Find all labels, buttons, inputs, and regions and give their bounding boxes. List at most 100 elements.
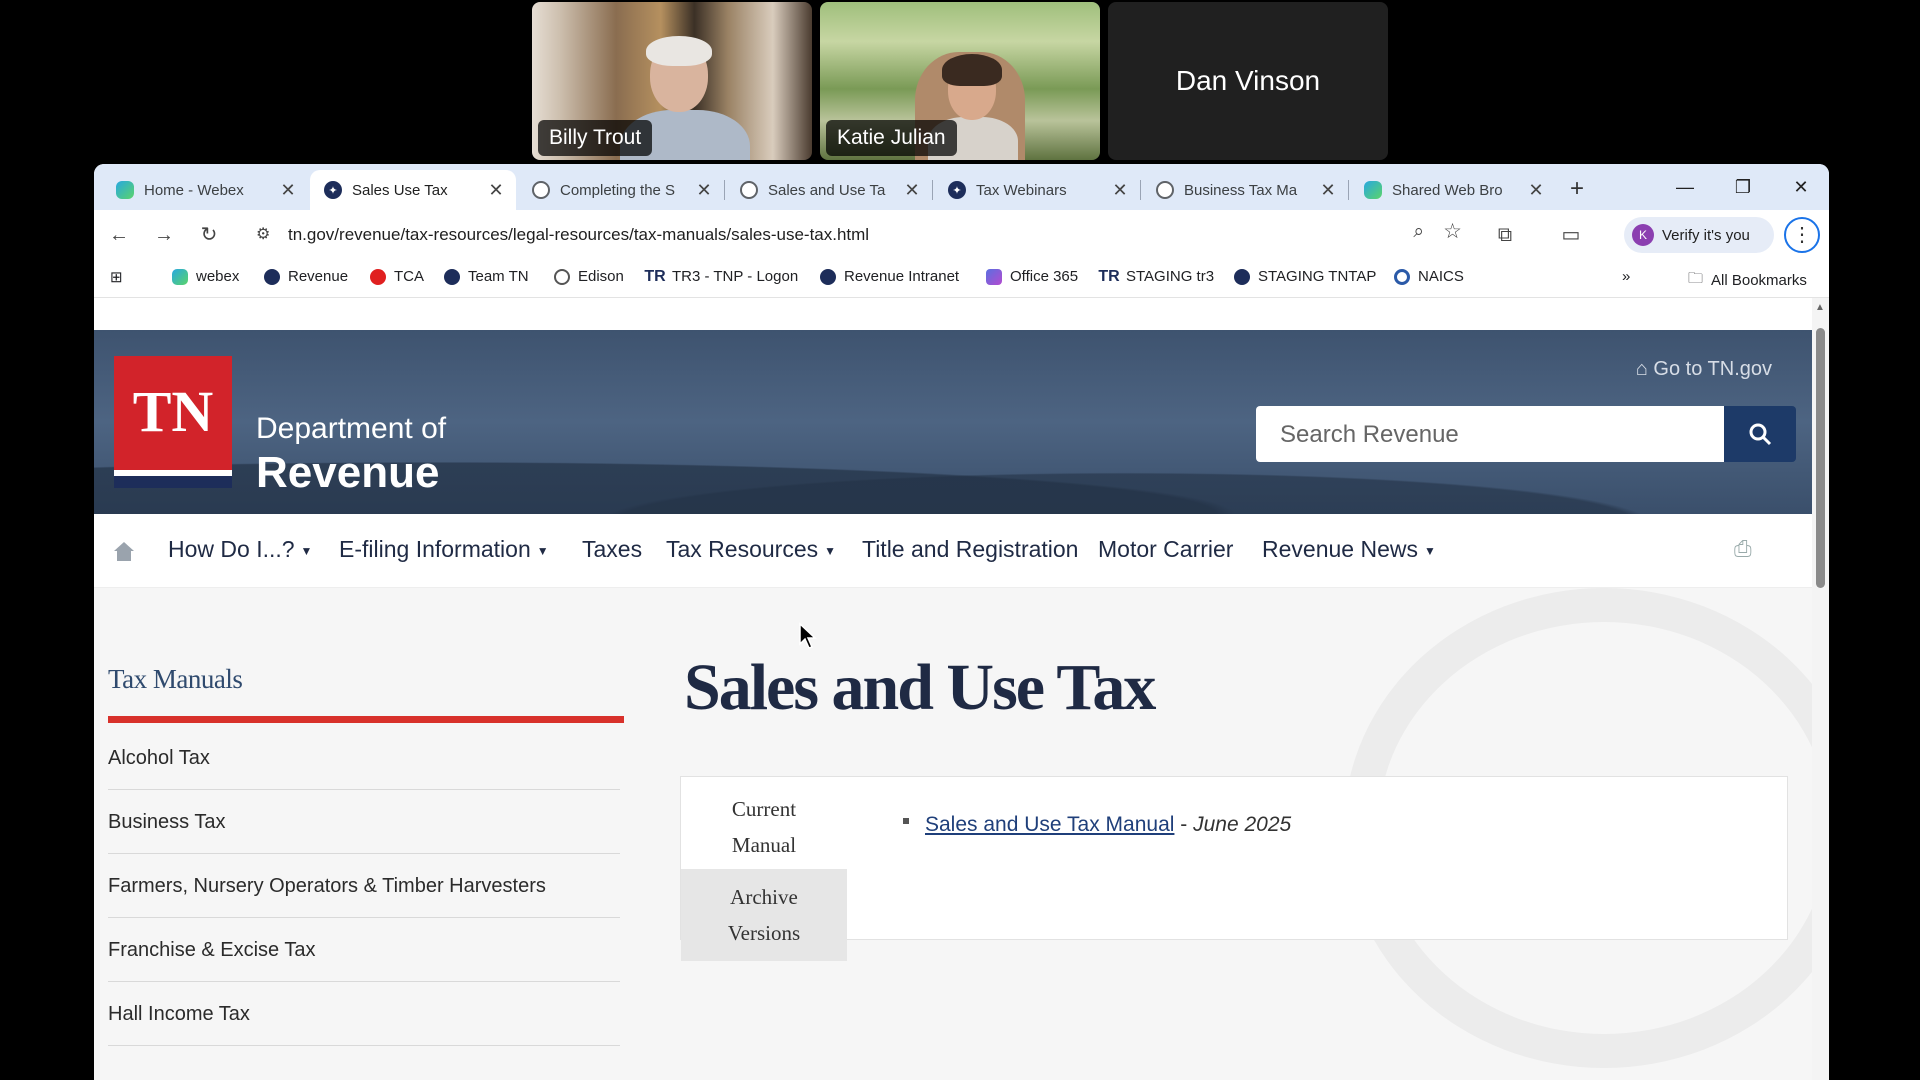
close-icon[interactable]: ✕	[486, 180, 506, 201]
zoom-icon[interactable]: ⌕	[1413, 221, 1424, 243]
page-content: Tax Manuals Alcohol Tax Business Tax Far…	[94, 588, 1812, 1080]
close-icon[interactable]: ✕	[902, 180, 922, 201]
tn-icon	[264, 268, 280, 285]
browser-tab[interactable]: Business Tax Ma ✕	[1142, 170, 1348, 210]
tab-archive-versions[interactable]: Archive Versions	[681, 869, 847, 961]
bookmark-label: TR3 - TNP - Logon	[672, 268, 799, 285]
site-info-icon[interactable]: ⚙	[256, 224, 270, 244]
browser-tab[interactable]: Shared Web Bro ✕	[1350, 170, 1556, 210]
reload-button[interactable]: ↻	[194, 220, 224, 250]
nav-title-registration[interactable]: Title and Registration	[862, 536, 1078, 563]
nav-e-filing[interactable]: E-filing Information ▼	[339, 536, 549, 563]
tr-icon: TR	[644, 267, 666, 285]
bookmark-item[interactable]: TR STAGING tr3	[1098, 268, 1214, 286]
bookmark-label: NAICS	[1418, 268, 1464, 285]
home-icon: ⌂	[1635, 358, 1648, 380]
bookmark-item[interactable]: TR TR3 - TNP - Logon	[644, 267, 799, 286]
scroll-up-icon[interactable]: ▲	[1815, 302, 1825, 313]
bookmark-item[interactable]: Team TN	[444, 268, 529, 285]
globe-icon	[532, 181, 550, 199]
caret-down-icon: ▼	[536, 543, 549, 558]
bookmark-item[interactable]: Edison	[554, 268, 624, 285]
department-label: Department of	[256, 412, 447, 445]
nav-label: Taxes	[582, 536, 643, 562]
close-icon[interactable]: ✕	[694, 180, 714, 201]
sidebar-item[interactable]: Franchise & Excise Tax	[108, 918, 620, 982]
nav-label: How Do I...?	[168, 536, 295, 562]
go-to-tn-link[interactable]: ⌂ Go to TN.gov	[1636, 358, 1772, 381]
search-input[interactable]: Search Revenue	[1256, 406, 1724, 462]
search-icon	[1749, 423, 1772, 446]
participant-name: Billy Trout	[538, 120, 653, 156]
browser-tab[interactable]: Home - Webex ✕	[102, 170, 308, 210]
bookmark-item[interactable]: Revenue Intranet	[820, 268, 959, 285]
bookmark-label: Revenue	[288, 268, 349, 285]
web-page: TN Department of Revenue ⌂ Go to TN.gov …	[94, 298, 1812, 1080]
bookmark-item[interactable]: Revenue	[264, 268, 348, 285]
bookmark-label: Edison	[578, 268, 624, 285]
bookmark-label: webex	[196, 268, 240, 285]
new-tab-button[interactable]: +	[1560, 172, 1594, 206]
nav-how-do-i[interactable]: How Do I...? ▼	[168, 536, 312, 563]
close-icon[interactable]: ✕	[278, 180, 298, 201]
close-icon[interactable]: ✕	[1110, 180, 1130, 201]
bookmark-item[interactable]: webex	[172, 268, 239, 285]
browser-tab[interactable]: Sales and Use Ta ✕	[726, 170, 932, 210]
bookmark-label: Team TN	[468, 268, 529, 285]
bookmark-item[interactable]: Office 365	[986, 268, 1078, 285]
sidebar-item[interactable]: Business Tax	[108, 790, 620, 854]
nav-label: E-filing Information	[339, 536, 531, 562]
close-window-button[interactable]: ✕	[1772, 164, 1829, 210]
bookmark-star-icon[interactable]: ☆	[1443, 219, 1462, 244]
participant-tile[interactable]: Katie Julian	[820, 2, 1100, 160]
address-bar[interactable]: ⚙ tn.gov/revenue/tax-resources/legal-res…	[246, 215, 1514, 253]
nav-revenue-news[interactable]: Revenue News ▼	[1262, 536, 1436, 563]
tn-icon	[444, 268, 460, 285]
folder-icon: 🗀	[1688, 270, 1704, 287]
sidebar-item[interactable]: Farmers, Nursery Operators & Timber Harv…	[108, 854, 620, 918]
apps-grid-icon[interactable]: ⊞	[110, 268, 123, 286]
tn-logo[interactable]: TN	[114, 356, 232, 488]
sidebar-item[interactable]: Hall Income Tax	[108, 982, 620, 1046]
close-icon[interactable]: ✕	[1526, 180, 1546, 201]
tn-icon: ✦	[324, 181, 342, 199]
sidebar-title: Tax Manuals	[108, 664, 243, 694]
bookmark-item[interactable]: TCA	[370, 268, 424, 285]
logo-text: TN	[132, 379, 214, 444]
extensions-icon[interactable]: ⧉	[1490, 220, 1520, 250]
restore-button[interactable]: ❐	[1714, 164, 1772, 210]
sidebar-item[interactable]: Alcohol Tax	[108, 726, 620, 790]
bookmark-item[interactable]: NAICS	[1394, 268, 1464, 285]
media-icon[interactable]: ▭	[1556, 220, 1586, 250]
scrollbar[interactable]: ▲	[1812, 298, 1829, 1080]
profile-button[interactable]: K Verify it's you	[1624, 217, 1774, 253]
bookmark-item[interactable]: STAGING TNTAP	[1234, 268, 1376, 285]
sidebar-divider	[108, 716, 624, 723]
forward-button[interactable]: →	[149, 220, 179, 250]
nav-taxes[interactable]: Taxes	[582, 536, 642, 563]
scrollbar-thumb[interactable]	[1816, 328, 1825, 588]
tab-current-manual[interactable]: Current Manual	[681, 785, 847, 869]
tab-title: Sales Use Tax	[352, 181, 448, 199]
tab-strip: Home - Webex ✕ ✦ Sales Use Tax ✕ Complet…	[94, 164, 1829, 210]
more-bookmarks-icon[interactable]: »	[1622, 268, 1630, 285]
browser-tab[interactable]: Completing the S ✕	[518, 170, 724, 210]
all-bookmarks[interactable]: 🗀 All Bookmarks	[1688, 268, 1807, 293]
browser-tab-active[interactable]: ✦ Sales Use Tax ✕	[310, 170, 516, 210]
print-icon[interactable]: ⎙	[1734, 536, 1752, 562]
back-button[interactable]: ←	[104, 220, 134, 250]
minimize-button[interactable]: —	[1656, 164, 1714, 210]
participant-tile[interactable]: Dan Vinson	[1108, 2, 1388, 160]
home-icon[interactable]	[112, 540, 136, 567]
nav-tax-resources[interactable]: Tax Resources ▼	[666, 536, 836, 563]
url-text[interactable]: tn.gov/revenue/tax-resources/legal-resou…	[288, 225, 869, 245]
browser-tab[interactable]: ✦ Tax Webinars ✕	[934, 170, 1140, 210]
tab-title: Business Tax Ma	[1184, 181, 1298, 199]
participant-tile[interactable]: Billy Trout	[532, 2, 812, 160]
webex-icon	[116, 181, 134, 199]
close-icon[interactable]: ✕	[1318, 180, 1338, 201]
menu-kebab-icon[interactable]: ⋮	[1784, 217, 1820, 253]
nav-motor-carrier[interactable]: Motor Carrier	[1098, 536, 1233, 563]
search-button[interactable]	[1724, 406, 1796, 462]
manual-link[interactable]: Sales and Use Tax Manual	[925, 813, 1174, 836]
